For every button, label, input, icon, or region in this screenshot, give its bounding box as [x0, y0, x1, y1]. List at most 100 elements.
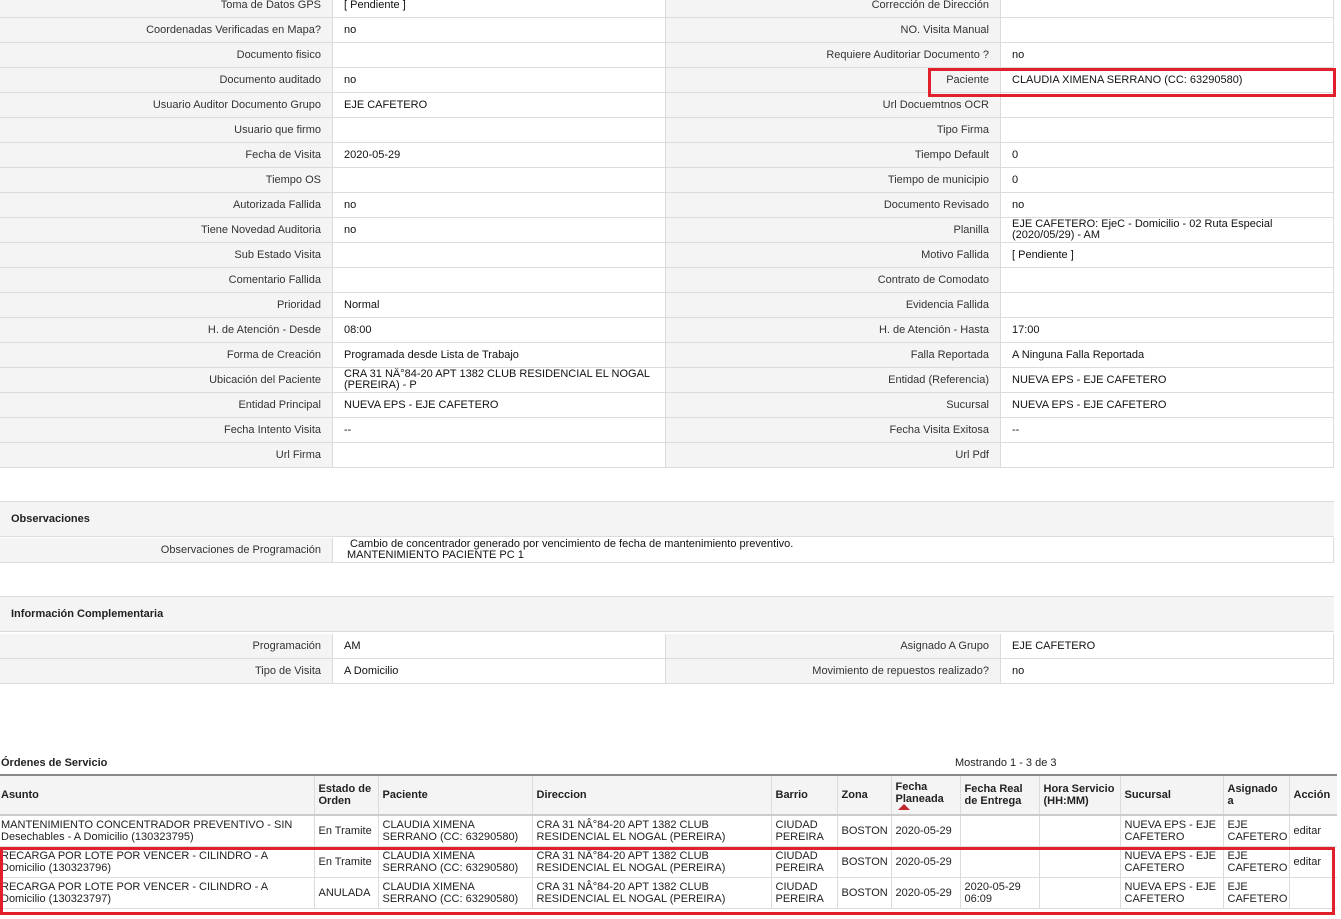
column-header-sucursal[interactable]: Sucursal: [1119, 774, 1223, 816]
programacion-label: Programación: [0, 634, 332, 659]
detail-row: Fecha de Visita 2020-05-29 Tiempo Default 0: [0, 143, 1334, 168]
entidad-referencia-label: Entidad (Referencia): [666, 368, 1000, 393]
cell-estado-de-orden: En Tramite: [313, 815, 378, 847]
programacion-value: AM: [332, 634, 666, 659]
column-header-label: Acción: [1293, 789, 1331, 801]
column-header-label: Sucursal: [1124, 789, 1171, 801]
column-header-asignado-a[interactable]: Asignado a: [1222, 774, 1289, 816]
detail-row: Tipo de Visita A Domicilio Movimiento de r…: [0, 659, 1334, 684]
asignado-a-grupo-value: EJE CAFETERO: [1000, 634, 1334, 659]
cell-asignado-a: EJE CAFETERO: [1222, 877, 1289, 909]
column-header-hora-servicio-hh-mm[interactable]: Hora Servicio (HH:MM): [1038, 774, 1120, 816]
edit-link[interactable]: editar: [1294, 825, 1322, 837]
orders-header-row: Asunto Estado de Orden Paciente Direccion Ba…: [0, 774, 1337, 816]
cell-direccion: CRA 31 NÂ°84-20 APT 1382 CLUB RESIDENCIA…: [531, 815, 771, 847]
detail-row: Usuario Auditor Documento Grupo EJE CAFET…: [0, 93, 1334, 118]
forma-de-creacion-label: Forma de Creación: [0, 343, 332, 368]
asignado-a-grupo-label: Asignado A Grupo: [666, 634, 1000, 659]
column-header-label: Estado de Orden: [318, 783, 372, 807]
usuario-auditor-documento-grupo-value: EJE CAFETERO: [332, 93, 666, 118]
cell-barrio: CIUDAD PEREIRA: [770, 846, 837, 878]
orders-table: Asunto Estado de Orden Paciente Direccion Ba…: [0, 774, 1337, 909]
entidad-principal-value: NUEVA EPS - EJE CAFETERO: [332, 393, 666, 418]
cell-fecha-real-de-entrega: [959, 846, 1039, 878]
detail-row: Tiempo OS Tiempo de municipio 0: [0, 168, 1334, 193]
cell-accion: editar: [1288, 815, 1337, 847]
usuario-que-firmo-label: Usuario que firmo: [0, 118, 332, 143]
observaciones-value: Cambio de concentrador generado por venc…: [332, 538, 1334, 563]
column-header-zona[interactable]: Zona: [836, 774, 891, 816]
usuario-que-firmo-value: [332, 118, 666, 143]
tiempo-os-value: [332, 168, 666, 193]
cell-accion: [1288, 877, 1337, 909]
sub-estado-visita-value: [332, 243, 666, 268]
cell-zona: BOSTON: [836, 877, 891, 909]
paciente-value: CLAUDIA XIMENA SERRANO (CC: 63290580): [1000, 68, 1334, 93]
complementaria-header: Información Complementaria: [0, 596, 1334, 632]
documento-auditado-value: no: [332, 68, 666, 93]
cell-paciente: CLAUDIA XIMENA SERRANO (CC: 63290580): [377, 846, 532, 878]
detail-row: Programación AM Asignado A Grupo EJE CAFETE…: [0, 634, 1334, 659]
motivo-fallida-label: Motivo Fallida: [666, 243, 1000, 268]
correccion-de-direccion-value: [1000, 0, 1334, 18]
column-header-direccion[interactable]: Direccion: [531, 774, 771, 816]
movimiento-de-repuestos-realizado-label: Movimiento de repuestos realizado?: [666, 659, 1000, 684]
cell-asignado-a: EJE CAFETERO: [1222, 815, 1289, 847]
tipo-de-visita-value: A Domicilio: [332, 659, 666, 684]
no-visita-manual-value: [1000, 18, 1334, 43]
h-de-atencion-desde-label: H. de Atención - Desde: [0, 318, 332, 343]
column-header-barrio[interactable]: Barrio: [770, 774, 837, 816]
column-header-fecha-real-de-entrega[interactable]: Fecha Real de Entrega: [959, 774, 1039, 816]
tipo-firma-value: [1000, 118, 1334, 143]
cell-direccion: CRA 31 NÂ°84-20 APT 1382 CLUB RESIDENCIA…: [531, 846, 771, 878]
cell-asunto: RECARGA POR LOTE POR VENCER - CILINDRO -…: [0, 846, 314, 878]
entidad-referencia-value: NUEVA EPS - EJE CAFETERO: [1000, 368, 1334, 393]
cell-accion: editar: [1288, 846, 1337, 878]
column-header-paciente[interactable]: Paciente: [377, 774, 532, 816]
column-header-fecha-planeada[interactable]: Fecha Planeada: [890, 774, 960, 816]
documento-fisico-value: [332, 43, 666, 68]
column-header-estado-de-orden[interactable]: Estado de Orden: [313, 774, 378, 816]
falla-reportada-value: A Ninguna Falla Reportada: [1000, 343, 1334, 368]
column-header-label: Fecha Planeada: [895, 780, 944, 805]
detail-row: H. de Atención - Desde 08:00 H. de Atenció…: [0, 318, 1334, 343]
h-de-atencion-desde-value: 08:00: [332, 318, 666, 343]
sucursal-label: Sucursal: [666, 393, 1000, 418]
cell-fecha-planeada: 2020-05-29: [890, 815, 960, 847]
fecha-visita-exitosa-label: Fecha Visita Exitosa: [666, 418, 1000, 443]
visit-details-grid: Toma de Datos GPS[ Pendiente ] Corrección…: [0, 0, 1334, 468]
h-de-atencion-hasta-label: H. de Atención - Hasta: [666, 318, 1000, 343]
fecha-de-visita-value: 2020-05-29: [332, 143, 666, 168]
edit-link[interactable]: editar: [1294, 856, 1322, 868]
documento-revisado-value: no: [1000, 193, 1334, 218]
toma-de-datos-gps-label: Toma de Datos GPS: [0, 0, 332, 18]
fecha-visita-exitosa-value: --: [1000, 418, 1334, 443]
autorizada-fallida-value: no: [332, 193, 666, 218]
documento-revisado-label: Documento Revisado: [666, 193, 1000, 218]
url-pdf-label: Url Pdf: [666, 443, 1000, 468]
cell-barrio: CIUDAD PEREIRA: [770, 877, 837, 909]
cell-sucursal: NUEVA EPS - EJE CAFETERO: [1119, 815, 1223, 847]
column-header-accion[interactable]: Acción: [1288, 774, 1337, 816]
column-header-label: Paciente: [382, 789, 428, 801]
tiempo-default-label: Tiempo Default: [666, 143, 1000, 168]
evidencia-fallida-label: Evidencia Fallida: [666, 293, 1000, 318]
detail-row: Documento fisico Requiere Auditoriar Docu…: [0, 43, 1334, 68]
complementaria-grid: Programación AM Asignado A Grupo EJE CAFETE…: [0, 634, 1334, 684]
prioridad-label: Prioridad: [0, 293, 332, 318]
observaciones-title: Observaciones: [11, 513, 90, 525]
tiene-novedad-auditoria-label: Tiene Novedad Auditoria: [0, 218, 332, 243]
cell-sucursal: NUEVA EPS - EJE CAFETERO: [1119, 877, 1223, 909]
cell-zona: BOSTON: [836, 815, 891, 847]
comentario-fallida-label: Comentario Fallida: [0, 268, 332, 293]
url-docuemtnos-ocr-label: Url Docuemtnos OCR: [666, 93, 1000, 118]
ubicacion-del-paciente-label: Ubicación del Paciente: [0, 368, 332, 393]
prioridad-value: Normal: [332, 293, 666, 318]
url-docuemtnos-ocr-value: [1000, 93, 1334, 118]
url-pdf-value: [1000, 443, 1334, 468]
observaciones-line-2: MANTENIMIENTO PACIENTE PC 1: [347, 549, 524, 561]
column-header-asunto[interactable]: Asunto: [0, 774, 314, 816]
column-header-label: Barrio: [775, 789, 808, 801]
motivo-fallida-value: [ Pendiente ]: [1000, 243, 1334, 268]
movimiento-de-repuestos-realizado-value: no: [1000, 659, 1334, 684]
